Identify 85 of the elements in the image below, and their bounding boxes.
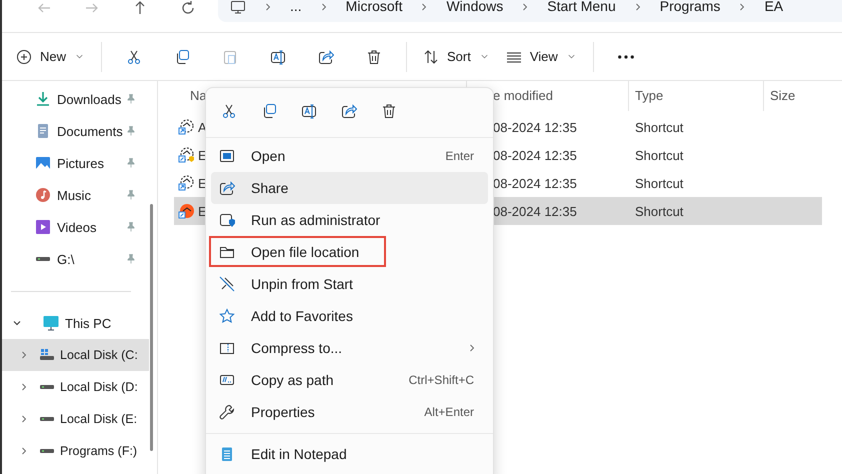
menu-item[interactable]: Copy as path Ctrl+Shift+C [211, 364, 488, 396]
app-shortcut-icon [178, 203, 194, 219]
trash-icon [381, 103, 397, 119]
sidebar-item[interactable]: This PC [2, 307, 147, 339]
more-dots-icon [618, 54, 634, 58]
menu-item[interactable]: Open Enter [211, 140, 488, 172]
menu-item[interactable]: Add to Favorites [211, 300, 488, 332]
date-cell: 08-2024 12:35 [493, 176, 577, 190]
share-icon [341, 103, 357, 119]
menu-item[interactable]: Open file location [211, 236, 488, 268]
picture-icon [35, 155, 51, 171]
sidebar-item[interactable]: Music [2, 179, 147, 211]
sort-button[interactable]: Sort [415, 40, 498, 72]
rename-icon [301, 103, 317, 119]
rename-icon [270, 48, 286, 64]
menu-item[interactable]: Properties Alt+Enter [211, 396, 488, 428]
shield-window-icon [219, 212, 235, 228]
music-note-icon [35, 187, 51, 203]
sidebar-item[interactable]: Programs (F:) [2, 435, 147, 467]
shortcut-icon [178, 175, 194, 191]
download-icon [35, 91, 51, 107]
sidebar-item[interactable]: Local Disk (C: [2, 339, 149, 371]
copy-icon [261, 103, 277, 119]
sidebar-item[interactable]: Downloads [2, 83, 147, 115]
wrench-icon [219, 404, 235, 420]
unpin-icon [219, 276, 235, 292]
monitor-icon [230, 0, 246, 15]
date-cell: 08-2024 12:35 [493, 148, 577, 162]
breadcrumb[interactable]: ... [290, 0, 302, 13]
copy-icon [174, 48, 190, 64]
menu-item[interactable]: Share [211, 172, 488, 204]
path-icon [219, 372, 235, 388]
zip-folder-icon [219, 340, 235, 356]
sort-arrows-icon [423, 48, 440, 64]
system-drive-icon [39, 347, 55, 363]
folder-icon [219, 244, 235, 260]
breadcrumb[interactable]: Programs [660, 0, 720, 13]
view-button[interactable]: View [498, 40, 585, 72]
clipboard-icon [222, 48, 238, 64]
column-header[interactable]: Size [764, 81, 822, 111]
sidebar-item[interactable]: Videos [2, 211, 147, 243]
date-cell: 08-2024 12:35 [493, 204, 577, 218]
drive-icon [40, 417, 54, 421]
new-button[interactable]: New [8, 40, 94, 72]
shortcut-text: Enter [445, 149, 474, 163]
type-cell: Shortcut [635, 204, 684, 218]
scrollbar[interactable] [150, 204, 153, 451]
breadcrumb[interactable]: Start Menu [547, 0, 616, 13]
plus-circle-icon [16, 48, 32, 64]
menu-item[interactable]: Compress to... [211, 332, 488, 364]
share-icon [219, 180, 235, 196]
video-icon [35, 219, 51, 235]
drive-icon [40, 385, 54, 389]
type-cell: Shortcut [635, 148, 684, 162]
drive-icon [36, 257, 50, 261]
sidebar-item[interactable]: Local Disk (E: [2, 403, 147, 435]
trash-icon [366, 48, 382, 64]
shortcut-text: Alt+Enter [424, 405, 474, 419]
document-icon [35, 123, 51, 139]
notepad-icon [219, 446, 235, 462]
star-icon [219, 308, 235, 324]
breadcrumb[interactable]: EA [764, 0, 784, 13]
menu-item[interactable]: Unpin from Start [211, 268, 488, 300]
address-bar[interactable]: ... Microsoft Windows Start Menu Programs EA [218, 0, 842, 22]
sidebar-item[interactable]: Pictures [2, 147, 147, 179]
sidebar-item[interactable]: Documents [2, 115, 147, 147]
window-icon [219, 148, 235, 164]
scissors-icon [221, 103, 237, 119]
type-cell: Shortcut [635, 176, 684, 190]
shortcut-text: Ctrl+Shift+C [408, 373, 474, 387]
date-cell: 08-2024 12:35 [493, 120, 577, 134]
sidebar-item[interactable]: G:\ [2, 243, 147, 275]
share-icon [318, 48, 334, 64]
breadcrumb[interactable]: Microsoft [346, 0, 402, 13]
menu-item[interactable]: Edit in Notepad [211, 438, 488, 470]
refresh-icon [180, 0, 196, 16]
scissors-icon [126, 48, 142, 64]
column-header[interactable]: Type [629, 81, 764, 111]
shortcut-icon [178, 119, 194, 135]
sidebar-item[interactable]: Local Disk (D: [2, 371, 147, 403]
monitor-icon [43, 315, 59, 331]
shortcut-icon [178, 147, 194, 163]
drive-icon [40, 449, 54, 453]
type-cell: Shortcut [635, 120, 684, 134]
breadcrumb[interactable]: Windows [446, 0, 504, 13]
